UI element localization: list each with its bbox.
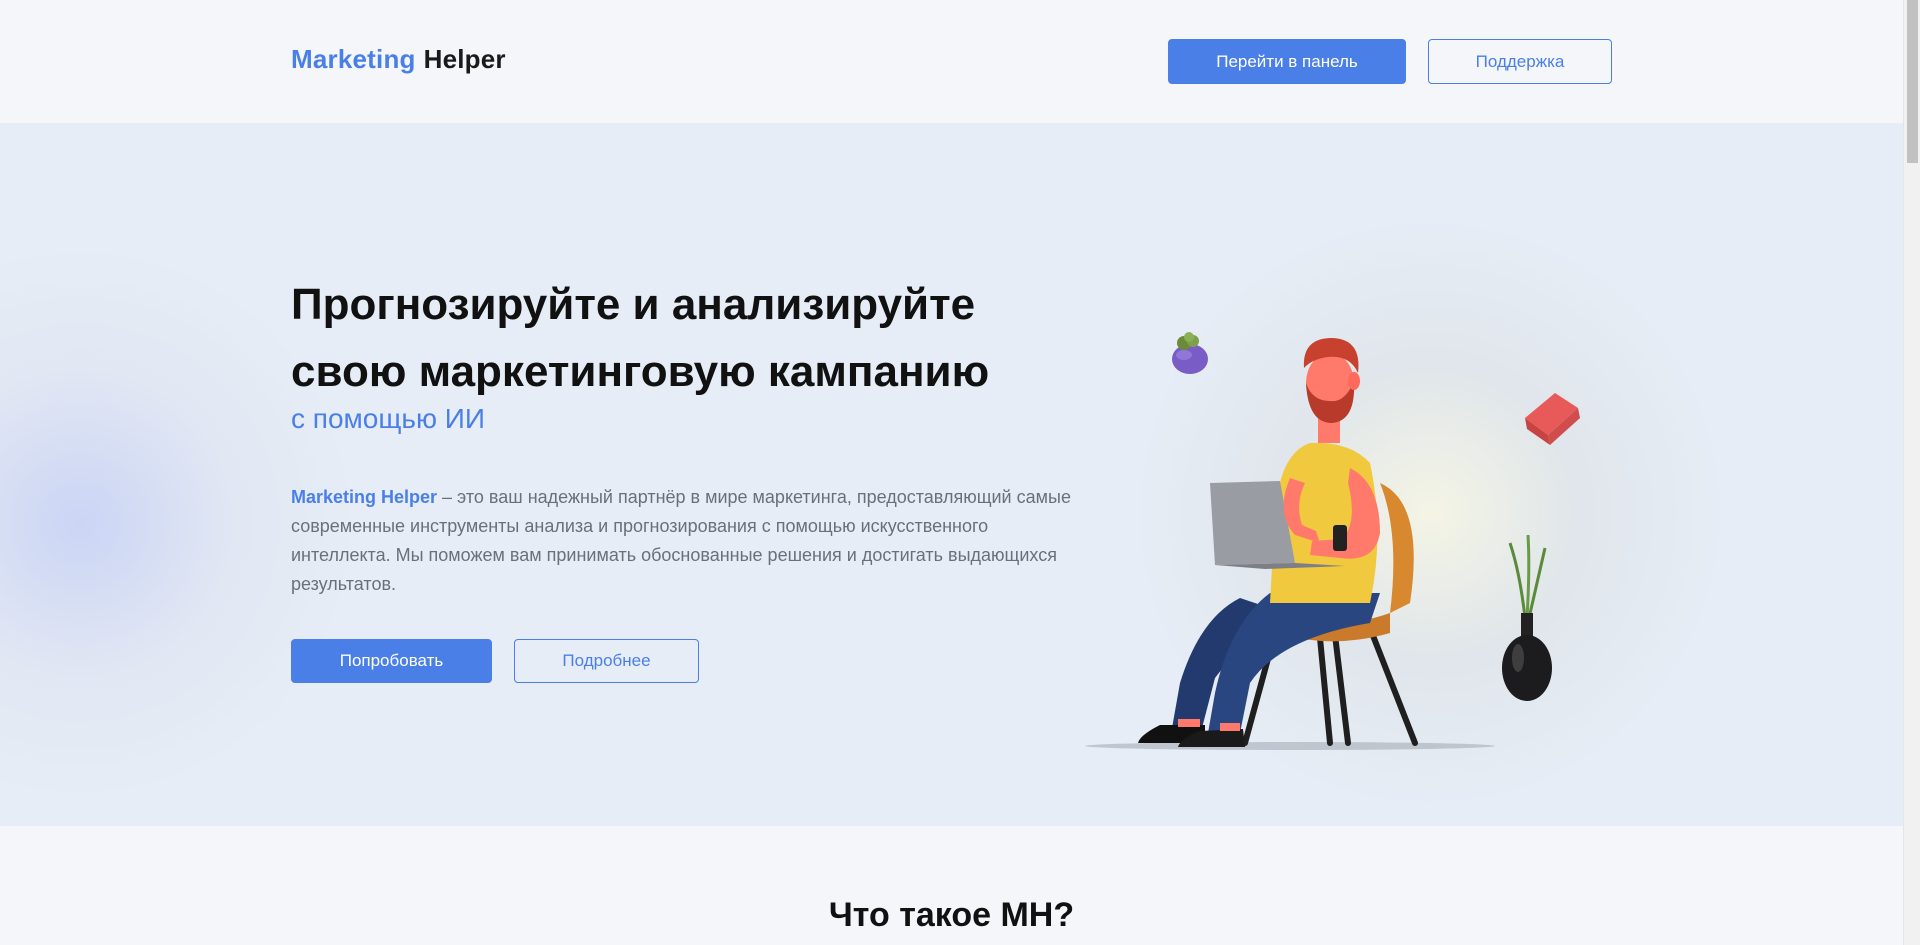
- site-header: Marketing Helper Перейти в панель Поддер…: [0, 0, 1903, 123]
- watch: [1333, 525, 1347, 551]
- vase-with-grass-icon: [1502, 534, 1552, 701]
- succulent-pot-icon: [1172, 332, 1208, 374]
- hero-title: Прогнозируйте и анализируйте свою маркет…: [291, 271, 1051, 405]
- try-button[interactable]: Попробовать: [291, 639, 492, 683]
- landing-page: Marketing Helper Перейти в панель Поддер…: [0, 0, 1903, 945]
- what-is-mh-section: Что такое MH?: [0, 826, 1903, 945]
- ear: [1348, 372, 1360, 390]
- red-block-icon: [1525, 393, 1580, 445]
- hero-subtitle: с помощью ИИ: [291, 403, 485, 434]
- chair-back: [1380, 483, 1414, 613]
- logo-part-helper: Helper: [423, 44, 506, 74]
- hero-title-line2: свою маркетинговую кампанию: [291, 347, 990, 396]
- hero-title-line1: Прогнозируйте и анализируйте: [291, 280, 976, 329]
- support-button[interactable]: Поддержка: [1428, 39, 1612, 84]
- go-to-panel-button[interactable]: Перейти в панель: [1168, 39, 1406, 84]
- man-with-laptop-illustration: [1085, 332, 1580, 750]
- scrollbar-thumb[interactable]: [1907, 0, 1918, 163]
- learn-more-button[interactable]: Подробнее: [514, 639, 699, 683]
- hero-description: Marketing Helper – это ваш надежный парт…: [291, 483, 1071, 599]
- left-ankle: [1178, 719, 1200, 727]
- logo[interactable]: Marketing Helper: [291, 44, 506, 75]
- section-title: Что такое MH?: [828, 896, 1075, 934]
- description-brand: Marketing Helper: [291, 487, 438, 507]
- logo-part-marketing: Marketing: [291, 44, 416, 74]
- floor-shadow: [1085, 742, 1495, 750]
- hero-section: Прогнозируйте и анализируйте свою маркет…: [0, 123, 1903, 826]
- right-ankle: [1220, 723, 1240, 731]
- page-scrollbar[interactable]: [1903, 0, 1920, 945]
